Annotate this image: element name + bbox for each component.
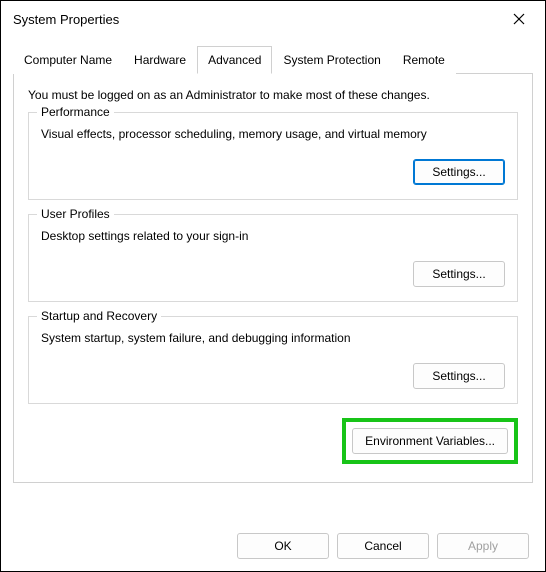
content-area: Computer Name Hardware Advanced System P… [1,37,545,483]
window-title: System Properties [13,12,119,27]
ok-button[interactable]: OK [237,533,329,559]
close-button[interactable] [501,5,537,33]
group-user-profiles: User Profiles Desktop settings related t… [28,214,518,302]
group-startup-recovery-desc: System startup, system failure, and debu… [41,331,505,345]
tab-computer-name[interactable]: Computer Name [13,46,123,74]
group-performance: Performance Visual effects, processor sc… [28,112,518,200]
user-profiles-settings-button[interactable]: Settings... [413,261,505,287]
close-icon [513,13,525,25]
group-startup-recovery-button-row: Settings... [41,363,505,389]
tab-strip: Computer Name Hardware Advanced System P… [13,45,533,74]
group-performance-button-row: Settings... [41,159,505,185]
system-properties-window: System Properties Computer Name Hardware… [0,0,546,572]
group-startup-recovery-legend: Startup and Recovery [37,309,161,323]
group-user-profiles-button-row: Settings... [41,261,505,287]
tab-panel-advanced: You must be logged on as an Administrato… [13,74,533,483]
group-user-profiles-desc: Desktop settings related to your sign-in [41,229,505,243]
tab-advanced[interactable]: Advanced [197,46,272,74]
apply-button[interactable]: Apply [437,533,529,559]
tab-system-protection[interactable]: System Protection [272,46,391,74]
startup-recovery-settings-button[interactable]: Settings... [413,363,505,389]
group-performance-desc: Visual effects, processor scheduling, me… [41,127,505,141]
intro-text: You must be logged on as an Administrato… [28,88,518,102]
performance-settings-button[interactable]: Settings... [413,159,505,185]
group-performance-legend: Performance [37,105,114,119]
environment-variables-button[interactable]: Environment Variables... [352,428,508,454]
env-variables-highlight: Environment Variables... [342,418,518,464]
tab-hardware[interactable]: Hardware [123,46,197,74]
titlebar: System Properties [1,1,545,37]
group-user-profiles-legend: User Profiles [37,207,114,221]
tab-remote[interactable]: Remote [392,46,456,74]
cancel-button[interactable]: Cancel [337,533,429,559]
env-variables-row: Environment Variables... [28,418,518,464]
dialog-button-row: OK Cancel Apply [237,533,529,559]
group-startup-recovery: Startup and Recovery System startup, sys… [28,316,518,404]
